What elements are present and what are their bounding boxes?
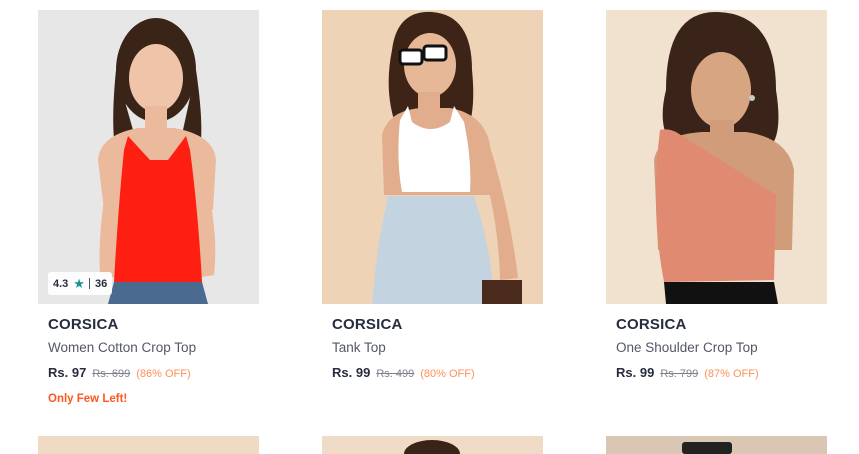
product-mrp: Rs. 499 bbox=[376, 368, 415, 380]
model-photo bbox=[404, 440, 460, 454]
model-photo bbox=[98, 18, 216, 304]
stock-urgency: Only Few Left! bbox=[48, 393, 128, 405]
product-card[interactable]: 4.3 ★ 36 CORSICA Women Cotton Crop Top R… bbox=[38, 10, 259, 405]
product-card[interactable]: CORSICA One Shoulder Crop Top Rs. 99 Rs.… bbox=[606, 10, 827, 380]
product-price: Rs. 97 bbox=[48, 365, 87, 380]
model-photo bbox=[682, 442, 732, 454]
product-discount: (86% OFF) bbox=[136, 368, 191, 380]
product-brand[interactable]: CORSICA bbox=[616, 316, 817, 334]
product-image[interactable] bbox=[322, 10, 543, 304]
product-image[interactable]: 4.3 ★ 36 bbox=[38, 10, 259, 304]
product-price: Rs. 99 bbox=[616, 365, 655, 380]
price-row: Rs. 99 Rs. 799 (87% OFF) bbox=[616, 365, 817, 380]
product-card-next-row[interactable] bbox=[606, 436, 827, 454]
product-card[interactable]: CORSICA Tank Top Rs. 99 Rs. 499 (80% OFF… bbox=[322, 10, 543, 380]
product-discount: (80% OFF) bbox=[420, 368, 475, 380]
rating-divider bbox=[88, 278, 90, 289]
product-title[interactable]: Women Cotton Crop Top bbox=[48, 339, 249, 356]
star-icon: ★ bbox=[73, 275, 85, 291]
product-card-next-row[interactable] bbox=[38, 436, 259, 454]
product-title[interactable]: One Shoulder Crop Top bbox=[616, 339, 817, 356]
product-title[interactable]: Tank Top bbox=[332, 339, 533, 356]
rating-value: 4.3 bbox=[53, 277, 69, 290]
product-discount: (87% OFF) bbox=[704, 368, 759, 380]
rating-badge: 4.3 ★ 36 bbox=[48, 272, 113, 295]
product-brand[interactable]: CORSICA bbox=[48, 316, 249, 334]
product-card-next-row[interactable] bbox=[322, 436, 543, 454]
product-mrp: Rs. 699 bbox=[92, 368, 131, 380]
model-photo bbox=[372, 11, 522, 304]
product-brand[interactable]: CORSICA bbox=[332, 316, 533, 334]
product-image[interactable] bbox=[606, 10, 827, 304]
rating-count: 36 bbox=[94, 277, 108, 290]
price-row: Rs. 99 Rs. 499 (80% OFF) bbox=[332, 365, 533, 380]
price-row: Rs. 97 Rs. 699 (86% OFF) bbox=[48, 365, 249, 380]
product-price: Rs. 99 bbox=[332, 365, 371, 380]
model-photo bbox=[654, 11, 794, 304]
product-mrp: Rs. 799 bbox=[660, 368, 699, 380]
